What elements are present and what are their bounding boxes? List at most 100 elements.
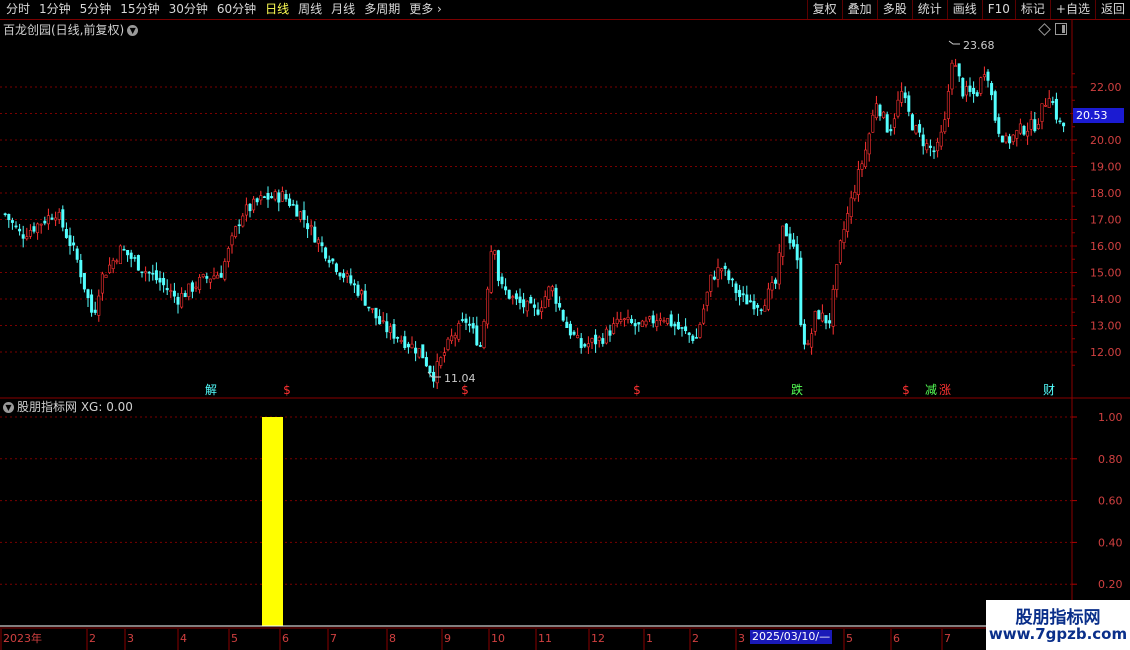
candle-body [133, 257, 137, 259]
candle-body [1026, 130, 1030, 137]
candle-body [68, 235, 72, 246]
candle-body [583, 344, 587, 347]
candle-body [709, 274, 713, 292]
event-marker: $ [461, 383, 469, 397]
candle-body [100, 273, 104, 294]
candle-body [810, 333, 814, 348]
chevron-down-icon[interactable]: ▼ [3, 402, 14, 413]
candle-body [183, 292, 187, 298]
candle-body [964, 86, 968, 96]
watermark-url: www.7gpzb.com [988, 625, 1128, 643]
event-marker: 涨 [939, 382, 951, 397]
candle-body [54, 217, 58, 221]
candle-body [453, 334, 457, 339]
candle-body [554, 287, 558, 304]
candle-body [428, 365, 432, 374]
candle-body [820, 312, 824, 322]
candle-body [273, 191, 277, 200]
candle-body [842, 229, 846, 243]
candle-body [529, 296, 533, 304]
candle-body [846, 213, 850, 232]
candle-body [1051, 101, 1055, 103]
candle-body [417, 348, 421, 358]
candle-body [540, 307, 544, 312]
candle-body [234, 226, 238, 237]
candle-body [640, 320, 644, 327]
candle-body [936, 141, 940, 152]
price-label: 19.00 [1090, 161, 1122, 174]
candle-body [169, 290, 173, 292]
candle-body [1029, 119, 1033, 130]
candle-body [730, 278, 734, 281]
candle-body [889, 129, 893, 132]
candle-body [172, 290, 176, 297]
candle-body [180, 293, 184, 308]
candle-body [129, 252, 133, 259]
watermark: 股朋指标网 www.7gpzb.com [986, 600, 1130, 650]
low-label: 11.04 [444, 372, 476, 385]
event-marker: 解 [205, 383, 217, 397]
candle-body [331, 258, 335, 262]
candle-body [928, 145, 932, 148]
candle-body [806, 343, 810, 345]
candle-body [1062, 122, 1066, 127]
event-marker: $ [902, 383, 910, 397]
candle-body [716, 267, 720, 280]
candle-body [712, 276, 716, 280]
kline-chart[interactable]: 22.00 2 1.00 20.00 19.00 18.00 17.00 16.00 15.00… [0, 0, 1130, 650]
candle-body [565, 321, 569, 328]
candle-body [990, 83, 994, 96]
candle-body [792, 239, 796, 247]
candle-body [867, 133, 871, 155]
high-label: 23.68 [963, 39, 995, 52]
candle-body [144, 271, 148, 274]
candle-body [615, 318, 619, 324]
candle-body [594, 334, 598, 345]
candle-body [1011, 134, 1015, 143]
candle-body [219, 273, 223, 278]
candle-body [676, 321, 680, 330]
candle-body [576, 335, 580, 339]
candle-body [478, 345, 482, 347]
candle-body [1004, 135, 1008, 143]
candle-body [122, 248, 126, 251]
candle-body [982, 74, 986, 78]
time-label: 9 [444, 632, 451, 645]
event-marker: 财 [1043, 383, 1055, 397]
candle-body [97, 295, 101, 316]
indicator-label: 1.00 [1098, 411, 1123, 424]
candle-body [507, 289, 511, 299]
indicator-title[interactable]: ▼ 股朋指标网 XG: 0.00 [3, 398, 133, 415]
candle-body [471, 323, 475, 329]
candle-body [788, 233, 792, 244]
candle-body [111, 260, 115, 269]
candle-body [828, 320, 832, 324]
indicator-title-text: 股朋指标网 XG: 0.00 [17, 400, 133, 414]
time-label: 2 [89, 632, 96, 645]
current-price-tag: 20.53 [1073, 108, 1124, 123]
candle-body [590, 338, 594, 343]
candle-body [345, 273, 349, 277]
cursor-date: 2025/03/10/— [750, 630, 833, 644]
candle-body [338, 272, 342, 277]
time-label: 8 [389, 632, 396, 645]
candle-body [464, 318, 468, 323]
candle-body [176, 296, 180, 305]
candle-body [21, 234, 25, 239]
candle-body [140, 271, 144, 274]
candle-body [266, 193, 270, 200]
candle-body [378, 316, 382, 325]
candle-body [349, 275, 353, 284]
candle-body [900, 91, 904, 103]
candle-body [93, 309, 97, 313]
candle-body [396, 337, 400, 339]
candle-body [738, 289, 742, 298]
candle-body [320, 242, 324, 247]
candle-body [763, 305, 767, 312]
candle-body [313, 226, 317, 243]
candle-body [259, 195, 263, 201]
candle-body [151, 272, 155, 275]
candle-body [57, 211, 61, 220]
candle-body [824, 315, 828, 324]
candle-body [410, 343, 414, 349]
